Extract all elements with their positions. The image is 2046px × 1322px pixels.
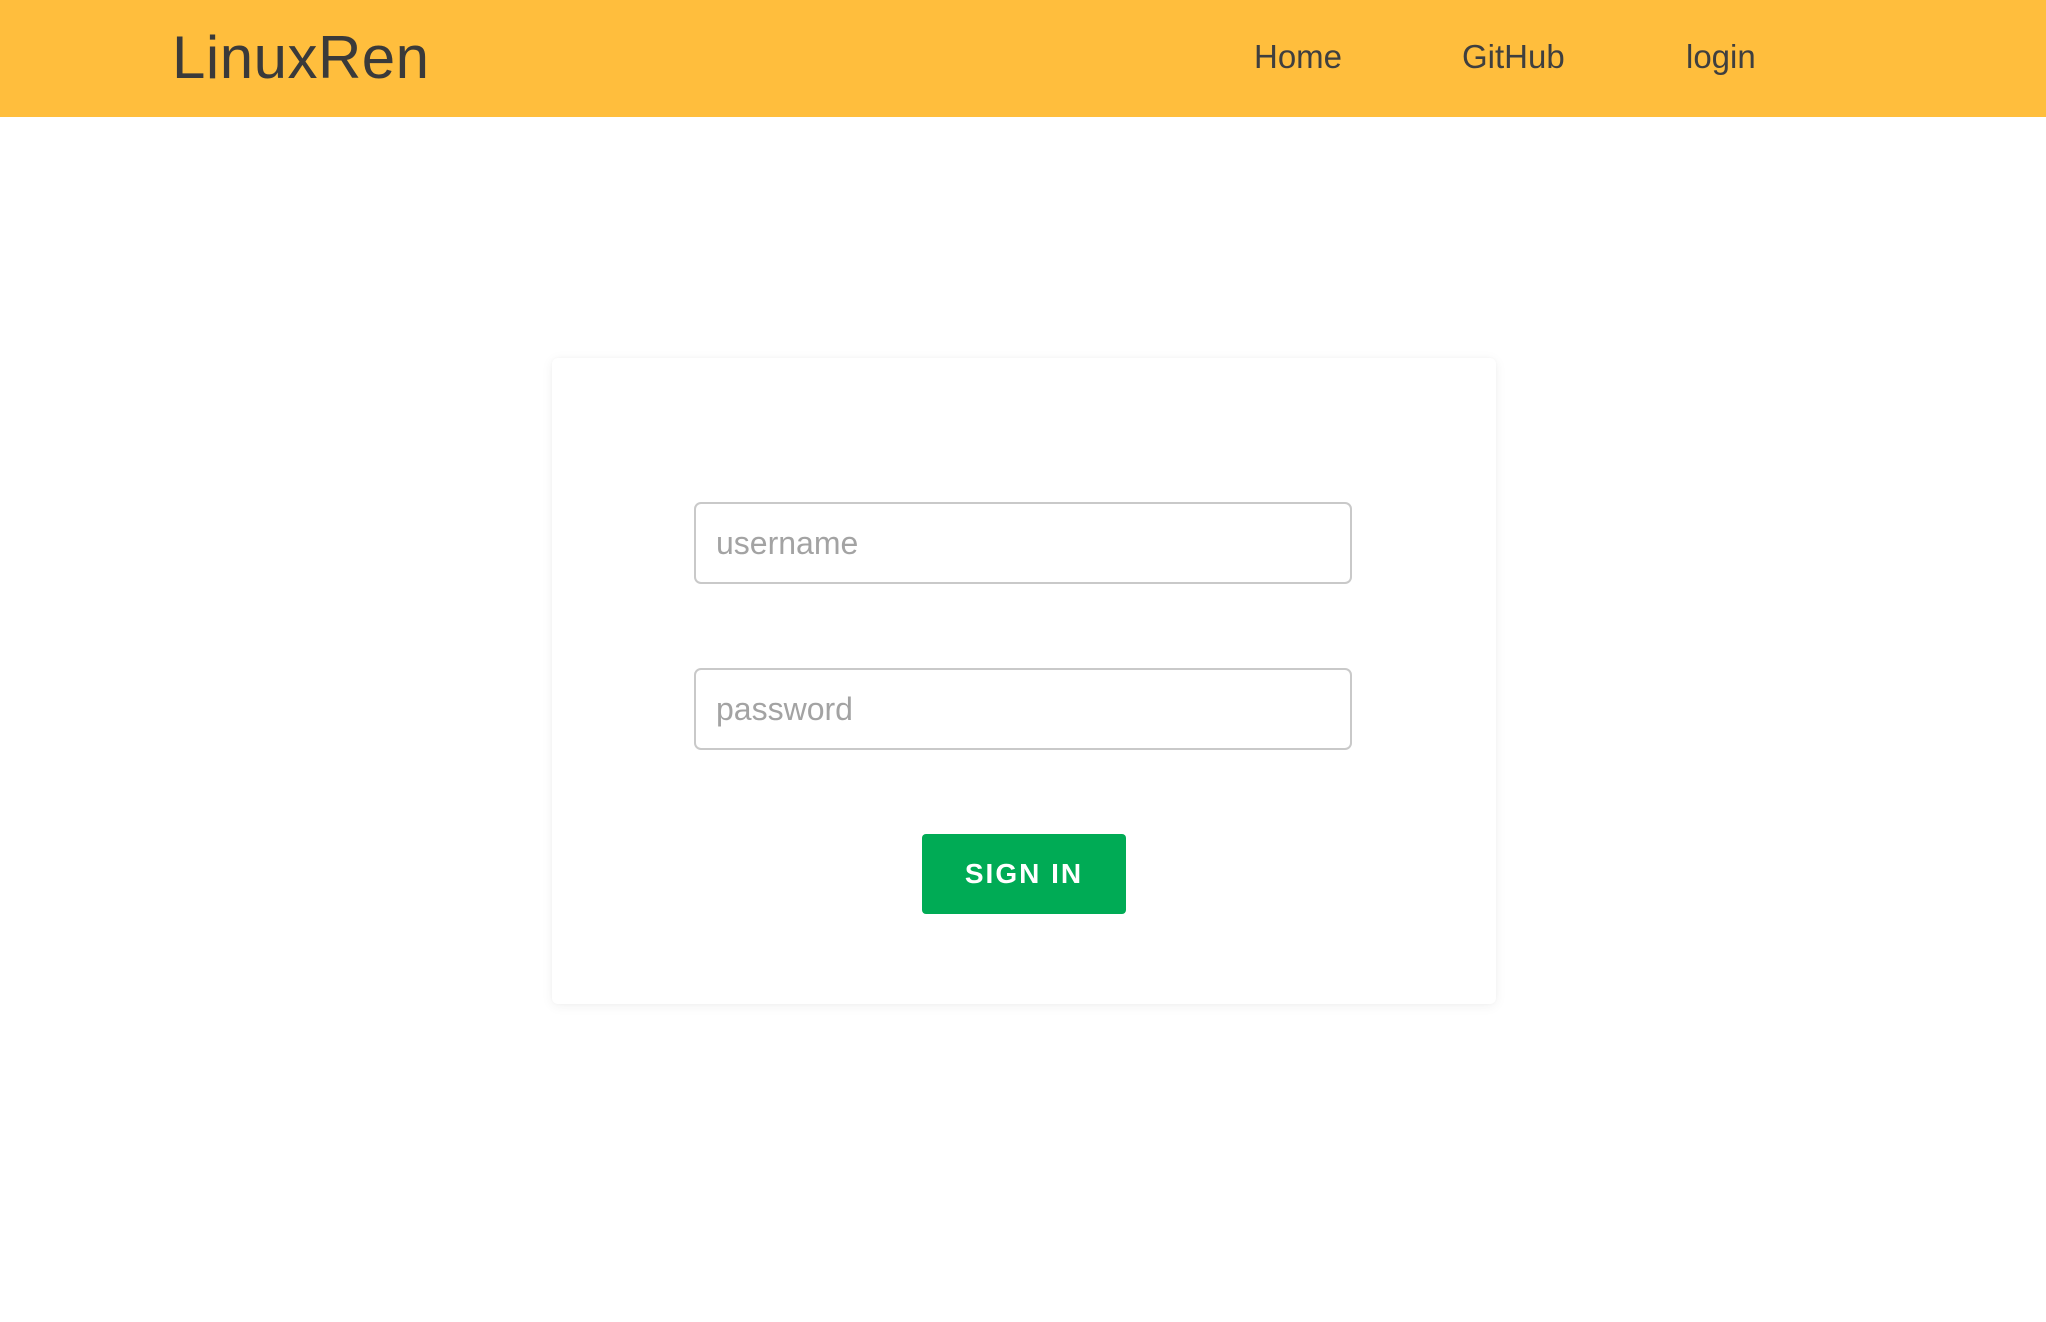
top-navbar: LinuxRen Home GitHub login [0,0,2046,117]
brand-logo-link[interactable]: LinuxRen [172,22,430,94]
nav-link-github[interactable]: GitHub [1462,36,1565,78]
nav-link-login[interactable]: login [1686,36,1756,78]
sign-in-button[interactable]: SIGN IN [922,834,1126,914]
login-card: SIGN IN [552,358,1496,1004]
nav-link-home[interactable]: Home [1254,36,1342,78]
password-input[interactable] [694,668,1352,750]
username-input[interactable] [694,502,1352,584]
